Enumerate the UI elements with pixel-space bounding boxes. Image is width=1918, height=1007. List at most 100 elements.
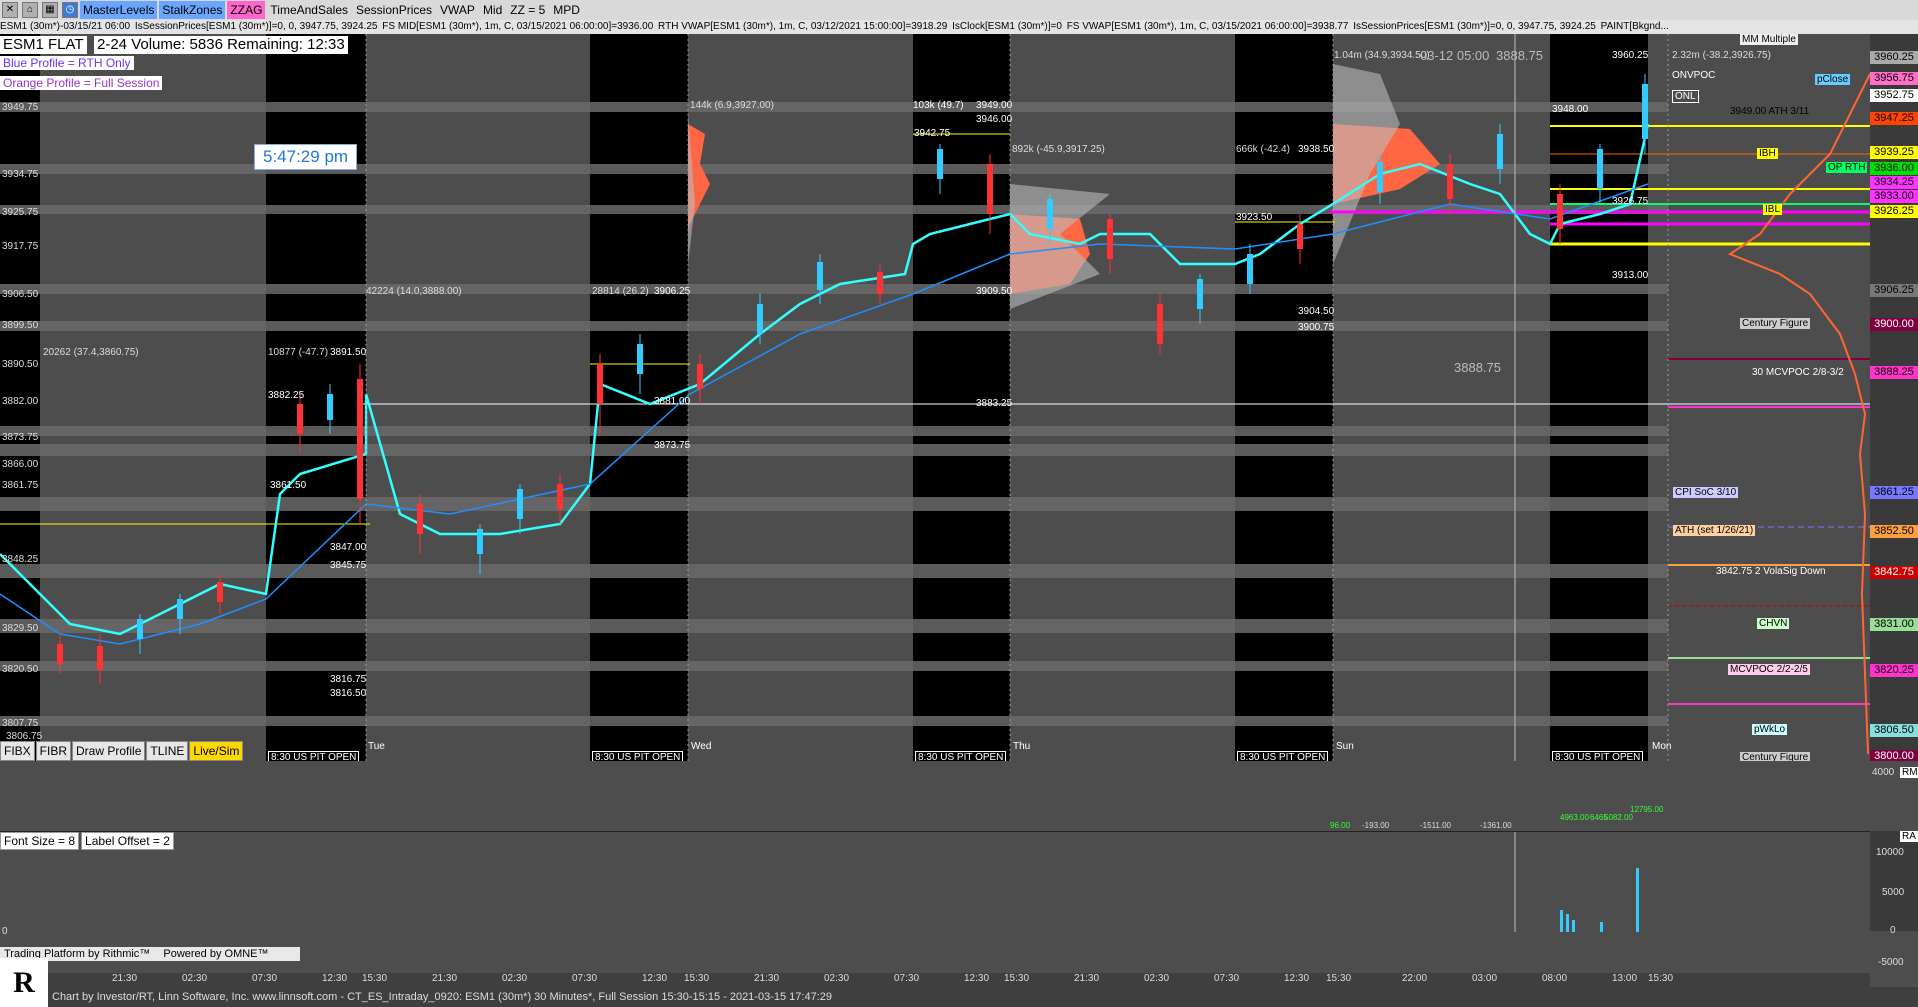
- fibx-button[interactable]: FIBX: [0, 741, 35, 761]
- annotation: 3882.25: [268, 390, 305, 401]
- price-badge: 3939.25: [1870, 146, 1918, 159]
- status-item: FS VWAP[ESM1 (30m*), 1m, C, 03/15/2021 0…: [1066, 21, 1349, 32]
- live-sim-dropdown[interactable]: Live/Sim: [189, 741, 244, 761]
- annotation: 3906.25: [654, 286, 691, 297]
- time-label: 07:30: [252, 973, 278, 984]
- annotation: 3873.75: [654, 440, 691, 451]
- annotation: 666k (-42.4): [1236, 144, 1290, 155]
- toolbar-zz[interactable]: ZZ = 5: [507, 1, 548, 19]
- orange-profile-legend: Orange Profile = Full Session: [0, 76, 163, 90]
- toolbar: ✕ ⌂ ▦ ◷ MasterLevels StalkZones ZZAG Tim…: [0, 0, 1918, 20]
- day-label: Sun: [1336, 741, 1354, 752]
- price-badge: 3831.00: [1870, 618, 1918, 631]
- time-label: 15:30: [1648, 973, 1674, 984]
- delta-panel[interactable]: Font Size = 8 Label Offset = 2 0: [0, 831, 1870, 937]
- left-zero-label: 0: [2, 926, 8, 937]
- time-label: 21:30: [754, 973, 780, 984]
- time-label: 15:30: [1326, 973, 1352, 984]
- toolbar-zzag[interactable]: ZZAG: [227, 1, 266, 19]
- annotation: 20262 (37.4,3860.75): [43, 347, 139, 358]
- time-label: 07:30: [894, 973, 920, 984]
- time-label: 15:30: [362, 973, 388, 984]
- font-size-label[interactable]: Font Size = 8: [0, 832, 80, 850]
- ra-label: RA: [1900, 831, 1918, 842]
- price-badge: 3842.75: [1870, 566, 1918, 579]
- left-price-label: 3873.75: [2, 432, 39, 443]
- home-icon[interactable]: ⌂: [22, 2, 38, 18]
- annotation: 103k (49.7): [913, 100, 964, 111]
- status-item: IsSessionPrices[ESM1 (30m*)]=0, 0, 3947.…: [134, 21, 378, 32]
- left-price-label: 3866.00: [2, 459, 39, 470]
- volume-remaining-label: 2-24 Volume: 5836 Remaining: 12:33: [94, 36, 348, 54]
- level-century-figure: Century Figure: [1740, 318, 1811, 329]
- toolbar-mpd[interactable]: MPD: [550, 1, 583, 19]
- time-label: 02:30: [1144, 973, 1170, 984]
- toolbar-vwap[interactable]: VWAP: [437, 1, 478, 19]
- fibr-button[interactable]: FIBR: [35, 741, 72, 761]
- delta-scale-label: 5000: [1882, 887, 1905, 898]
- left-price-label: 3848.25: [2, 554, 39, 565]
- delta-scale-label: 10000: [1876, 847, 1904, 858]
- annotation: 28814 (26.2): [592, 286, 649, 297]
- annotation: 42224 (14.0,3888.00): [366, 286, 462, 297]
- annotation: 3845.75: [330, 560, 367, 571]
- left-price-label: 3807.75: [2, 718, 39, 729]
- price-chart[interactable]: ESM1 FLAT 2-24 Volume: 5836 Remaining: 1…: [0, 34, 1870, 764]
- annotation: 144k (6.9,3927.00): [690, 100, 774, 111]
- annotation: 3816.50: [330, 688, 367, 699]
- level-op-rth: OP RTH: [1826, 162, 1868, 173]
- status-item: RTH VWAP[ESM1 (30m*), 1m, C, 03/12/2021 …: [658, 21, 948, 32]
- annotation: 3891.50: [330, 347, 367, 358]
- left-price-label: 3949.75: [2, 102, 39, 113]
- time-label: 02:30: [824, 973, 850, 984]
- time-label: 02:30: [182, 973, 208, 984]
- vwap-line: [0, 123, 1650, 636]
- lower-value: 96.00: [1330, 821, 1351, 830]
- annotation: 892k (-45.9,3917.25): [1012, 144, 1105, 155]
- time-label: 15:30: [684, 973, 710, 984]
- level-ath-set: ATH (set 1/26/21): [1673, 525, 1756, 536]
- lower-value: 5082.00: [1604, 813, 1633, 822]
- status-item: PAINT[Bkgnd...: [1600, 21, 1669, 32]
- annotation: 3900.75: [1298, 322, 1335, 333]
- price-axis[interactable]: 3960.25 3956.75 3952.75 3947.25 3939.25 …: [1870, 34, 1918, 763]
- drawing-tools: FIBX FIBR Draw Profile TLINE Live/Sim: [0, 741, 244, 761]
- annotation: 3909.50: [976, 286, 1013, 297]
- annotation: 3960.25: [1612, 50, 1649, 61]
- level-cpi-soc: CPI SoC 3/10: [1673, 487, 1739, 498]
- price-badge: 3934.25: [1870, 176, 1918, 189]
- level-volasig-down: 3842.75 2 VolaSig Down: [1716, 566, 1826, 577]
- level-onvpoc: ONVPOC: [1672, 70, 1716, 81]
- price-badge: 3952.75: [1870, 89, 1918, 102]
- toolbar-masterlevels[interactable]: MasterLevels: [80, 1, 158, 19]
- tline-button[interactable]: TLINE: [146, 741, 189, 761]
- toolbar-mid[interactable]: Mid: [480, 1, 505, 19]
- grid-icon[interactable]: ▦: [42, 2, 58, 18]
- toolbar-stalkzones[interactable]: StalkZones: [159, 1, 226, 19]
- delta-settings: Font Size = 8 Label Offset = 2: [0, 832, 176, 850]
- toolbar-timeandsales[interactable]: TimeAndSales: [267, 1, 351, 19]
- left-price-label: 3820.50: [2, 664, 39, 675]
- price-badge: 3888.25: [1870, 366, 1918, 379]
- delta-axis[interactable]: RA 10000 5000 0 -5000: [1870, 831, 1918, 968]
- annotation: 3816.75: [330, 674, 367, 685]
- annotation: 3942.75: [914, 128, 951, 139]
- toolbar-sessionprices[interactable]: SessionPrices: [353, 1, 435, 19]
- annotation: 10877 (-47.7): [268, 347, 329, 358]
- time-label: 02:30: [502, 973, 528, 984]
- draw-profile-button[interactable]: Draw Profile: [72, 741, 146, 761]
- label-offset-label[interactable]: Label Offset = 2: [81, 832, 174, 850]
- full-session-profile-line: [1727, 73, 1870, 755]
- time-axis[interactable]: 21:30 02:30 07:30 12:30 15:30 21:30 02:3…: [48, 973, 1870, 987]
- close-icon[interactable]: ✕: [2, 2, 18, 18]
- annotation: 3904.50: [1298, 306, 1335, 317]
- blue-profile-legend: Blue Profile = RTH Only: [0, 56, 134, 70]
- annotation: 3949.00: [976, 100, 1013, 111]
- price-badge: 3926.25: [1870, 205, 1918, 218]
- time-label: 12:30: [642, 973, 668, 984]
- clock-icon[interactable]: ◷: [62, 2, 78, 18]
- price-badge: 3906.25: [1870, 284, 1918, 297]
- lower-value: 12795.00: [1630, 805, 1664, 814]
- price-badge: 3806.50: [1870, 724, 1918, 737]
- left-price-label: 3925.75: [2, 207, 39, 218]
